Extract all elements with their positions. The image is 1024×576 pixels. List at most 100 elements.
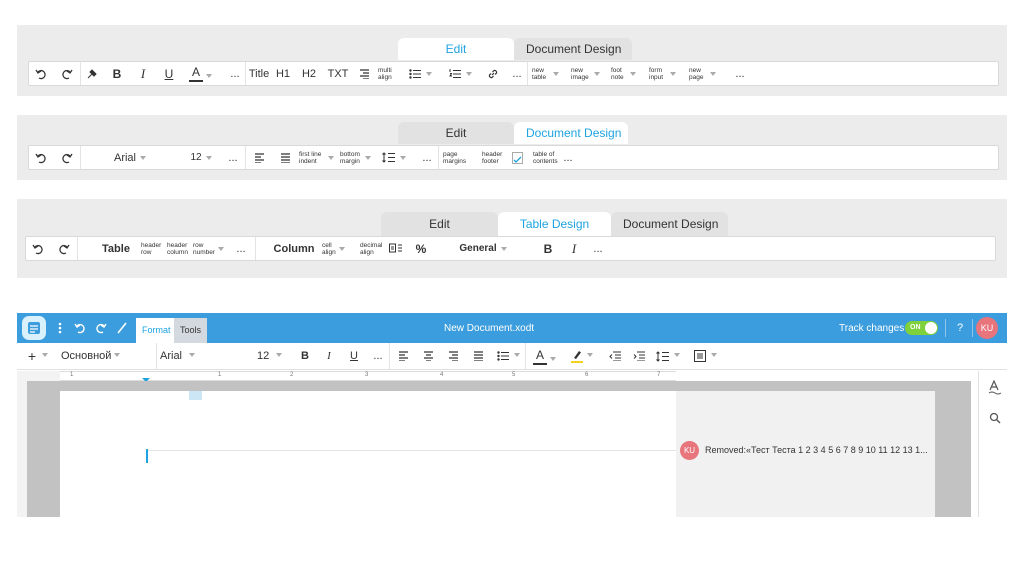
new-image-button[interactable]: new image	[571, 62, 600, 85]
decimal-align-button[interactable]: decimal align	[360, 237, 382, 260]
bold-button[interactable]: B	[110, 62, 124, 85]
align-right-icon[interactable]	[445, 343, 461, 369]
underline-button[interactable]: U	[347, 343, 361, 369]
more-button[interactable]: ...	[592, 237, 604, 260]
bold-button[interactable]: B	[541, 237, 555, 260]
italic-button[interactable]: I	[568, 237, 580, 260]
more-button[interactable]: ...	[235, 237, 247, 260]
tracked-change-comment[interactable]: Removed:«Тест Теста 1 2 3 4 5 6 7 8 9 10…	[705, 445, 928, 455]
form-input-button[interactable]: form input	[649, 62, 676, 85]
font-select[interactable]: Arial	[113, 146, 146, 169]
undo-icon[interactable]	[73, 317, 87, 339]
add-button[interactable]: +	[25, 343, 48, 369]
more-button[interactable]: ...	[562, 146, 574, 169]
redo-icon[interactable]	[59, 146, 75, 169]
track-changes-toggle[interactable]: ON	[905, 321, 938, 335]
number-format-icon[interactable]	[388, 237, 404, 260]
multi-align-button[interactable]: multi align	[378, 62, 396, 85]
paragraph-spacing-icon[interactable]	[692, 343, 717, 369]
underline-button[interactable]: U	[162, 62, 176, 85]
align-center-icon[interactable]	[420, 343, 436, 369]
italic-button[interactable]: I	[323, 343, 335, 369]
insert-field-icon[interactable]	[510, 146, 524, 169]
table-button[interactable]: Table	[101, 237, 131, 260]
line-spacing-icon[interactable]	[655, 343, 680, 369]
decrease-indent-icon[interactable]	[607, 343, 623, 369]
header-row-button[interactable]: header row	[141, 237, 161, 260]
first-line-indent-button[interactable]: first line indent	[299, 146, 334, 169]
undo-icon[interactable]	[30, 237, 46, 260]
brush-icon[interactable]	[115, 317, 129, 339]
tab-document-design[interactable]: Document Design	[514, 38, 632, 60]
style-txt-button[interactable]: TXT	[327, 62, 349, 85]
font-select[interactable]: Arial	[160, 343, 195, 369]
more-button[interactable]: ...	[227, 146, 239, 169]
help-button[interactable]: ?	[957, 322, 963, 334]
style-h2-button[interactable]: H2	[301, 62, 317, 85]
bullet-list-icon[interactable]	[495, 343, 520, 369]
more-button[interactable]: ...	[372, 343, 384, 369]
table-of-contents-button[interactable]: table of contents	[533, 146, 558, 169]
align-left-icon[interactable]	[395, 343, 411, 369]
align-left-icon[interactable]	[251, 146, 267, 169]
document-page[interactable]	[60, 391, 736, 517]
bullet-list-icon[interactable]	[407, 62, 432, 85]
link-icon[interactable]	[485, 62, 501, 85]
redo-icon[interactable]	[94, 317, 108, 339]
foot-note-button[interactable]: foot note	[611, 62, 636, 85]
cell-align-button[interactable]: cell align	[322, 237, 345, 260]
header-footer-button[interactable]: header footer	[482, 146, 504, 169]
highlight-icon[interactable]	[570, 343, 593, 369]
numbered-list-icon[interactable]	[447, 62, 472, 85]
style-h1-button[interactable]: H1	[275, 62, 291, 85]
tab-format[interactable]: Format	[136, 318, 177, 343]
font-color-button[interactable]: A	[533, 347, 556, 365]
page-margins-button[interactable]: page margins	[443, 146, 467, 169]
bold-button[interactable]: B	[298, 343, 312, 369]
undo-icon[interactable]	[33, 146, 49, 169]
menu-icon[interactable]	[55, 317, 65, 339]
line-spacing-icon[interactable]	[381, 146, 406, 169]
increase-indent-icon[interactable]	[631, 343, 647, 369]
paint-format-icon[interactable]	[84, 62, 100, 85]
percent-button[interactable]: %	[414, 237, 428, 260]
font-size-select[interactable]: 12	[189, 146, 212, 169]
bottom-margin-button[interactable]: bottom margin	[340, 146, 371, 169]
indent-marker-icon[interactable]	[142, 373, 150, 386]
undo-icon[interactable]	[33, 62, 49, 85]
horizontal-ruler[interactable]: 1 1 2 3 4 5 6 7	[60, 371, 676, 386]
tab-document-design[interactable]: Document Design	[514, 122, 628, 144]
more-button[interactable]: ...	[734, 62, 746, 85]
header-column-button[interactable]: header column	[167, 237, 188, 260]
app-logo[interactable]	[22, 316, 46, 340]
style-select[interactable]: Основной	[61, 343, 120, 369]
tab-table-design[interactable]: Table Design	[498, 212, 611, 236]
font-color-button[interactable]: A	[189, 64, 212, 82]
new-page-button[interactable]: new page	[689, 62, 716, 85]
redo-icon[interactable]	[56, 237, 72, 260]
justify-icon[interactable]	[470, 343, 486, 369]
tab-edit[interactable]: Edit	[381, 212, 498, 236]
style-title-button[interactable]: Title	[248, 62, 270, 85]
number-format-select[interactable]: General	[458, 237, 507, 260]
search-icon[interactable]	[989, 411, 1001, 424]
tab-tools[interactable]: Tools	[174, 318, 208, 343]
more-button[interactable]: ...	[421, 146, 433, 169]
tab-edit[interactable]: Edit	[398, 38, 514, 60]
justify-icon[interactable]	[277, 146, 293, 169]
new-table-button[interactable]: new table	[532, 62, 559, 85]
avatar[interactable]: KU	[976, 317, 998, 339]
more-button[interactable]: ...	[229, 62, 241, 85]
font-size-select[interactable]: 12	[257, 343, 282, 369]
tab-document-design[interactable]: Document Design	[611, 212, 728, 236]
row-number-button[interactable]: row number	[193, 237, 224, 260]
text-style-icon[interactable]	[988, 379, 1002, 396]
right-indent-marker-icon[interactable]	[621, 373, 629, 386]
more-button[interactable]: ...	[511, 62, 523, 85]
align-right-icon[interactable]	[356, 62, 372, 85]
tab-edit[interactable]: Edit	[398, 122, 514, 144]
document-title: New Document.xodt	[444, 323, 535, 334]
column-button[interactable]: Column	[274, 237, 315, 260]
italic-button[interactable]: I	[137, 62, 149, 85]
redo-icon[interactable]	[59, 62, 75, 85]
